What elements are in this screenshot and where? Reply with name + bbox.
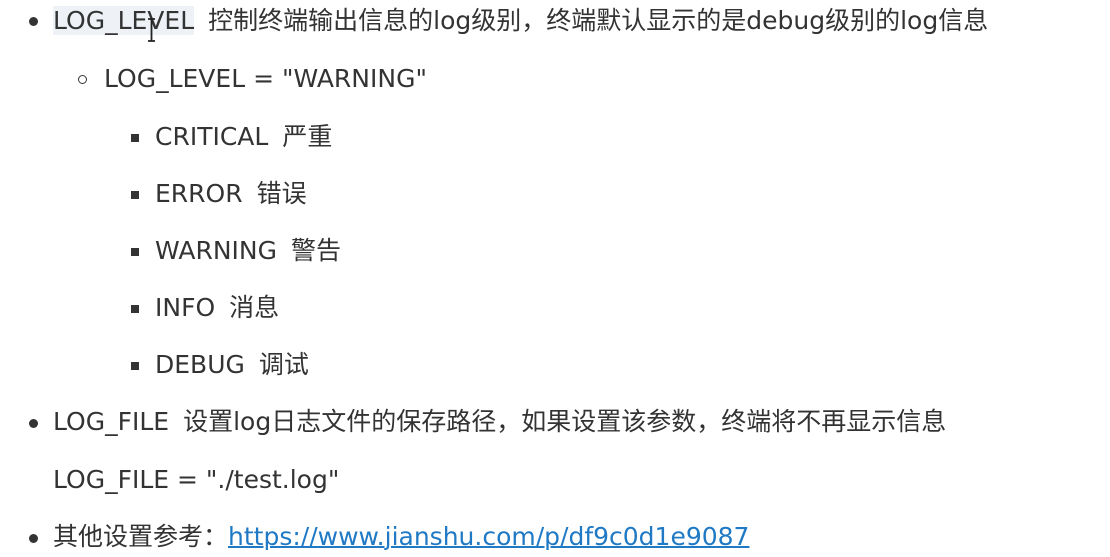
log-file-line: LOG_FILE 设置log日志文件的保存路径，如果设置该参数，终端将不再显示信息 bbox=[53, 405, 946, 439]
level-meaning: 调试 bbox=[258, 350, 309, 379]
text-cursor-icon bbox=[148, 18, 155, 42]
level-meaning: 警告 bbox=[290, 236, 341, 265]
log-level-example: LOG_LEVEL = "WARNING" bbox=[104, 64, 427, 93]
level-item: INFO 消息 bbox=[155, 291, 279, 325]
bullet-disc bbox=[29, 534, 38, 543]
log-file-example: LOG_FILE = "./test.log" bbox=[53, 465, 340, 494]
log-level-description: 控制终端输出信息的log级别，终端默认显示的是debug级别的log信息 bbox=[208, 6, 989, 35]
level-meaning: 消息 bbox=[229, 293, 280, 322]
bullet-square bbox=[131, 134, 139, 142]
bullet-square bbox=[131, 305, 139, 313]
level-item: WARNING 警告 bbox=[155, 234, 341, 268]
log-file-description: 设置log日志文件的保存路径，如果设置该参数，终端将不再显示信息 bbox=[183, 407, 947, 436]
other-settings-line: 其他设置参考：https://www.jianshu.com/p/df9c0d1… bbox=[53, 520, 749, 554]
level-name: ERROR bbox=[155, 179, 243, 208]
log-level-key: LOG_LEVEL bbox=[53, 6, 195, 35]
level-item: DEBUG 调试 bbox=[155, 348, 309, 382]
level-name: CRITICAL bbox=[155, 122, 269, 151]
level-meaning: 错误 bbox=[256, 179, 307, 208]
level-name: DEBUG bbox=[155, 350, 245, 379]
level-item: CRITICAL 严重 bbox=[155, 120, 332, 154]
log-file-key: LOG_FILE bbox=[53, 407, 170, 436]
bullet-circle bbox=[78, 75, 87, 84]
bullet-square bbox=[131, 362, 139, 370]
level-item: ERROR 错误 bbox=[155, 177, 307, 211]
bullet-square bbox=[131, 191, 139, 199]
log-level-line: LOG_LEVEL 控制终端输出信息的log级别，终端默认显示的是debug级别的… bbox=[53, 4, 988, 38]
bullet-disc bbox=[29, 419, 38, 428]
level-meaning: 严重 bbox=[282, 122, 333, 151]
level-name: INFO bbox=[155, 293, 216, 322]
bullet-square bbox=[131, 248, 139, 256]
bullet-disc bbox=[29, 17, 38, 26]
reference-link[interactable]: https://www.jianshu.com/p/df9c0d1e9087 bbox=[228, 522, 749, 551]
level-name: WARNING bbox=[155, 236, 277, 265]
other-settings-label: 其他设置参考： bbox=[53, 522, 229, 551]
